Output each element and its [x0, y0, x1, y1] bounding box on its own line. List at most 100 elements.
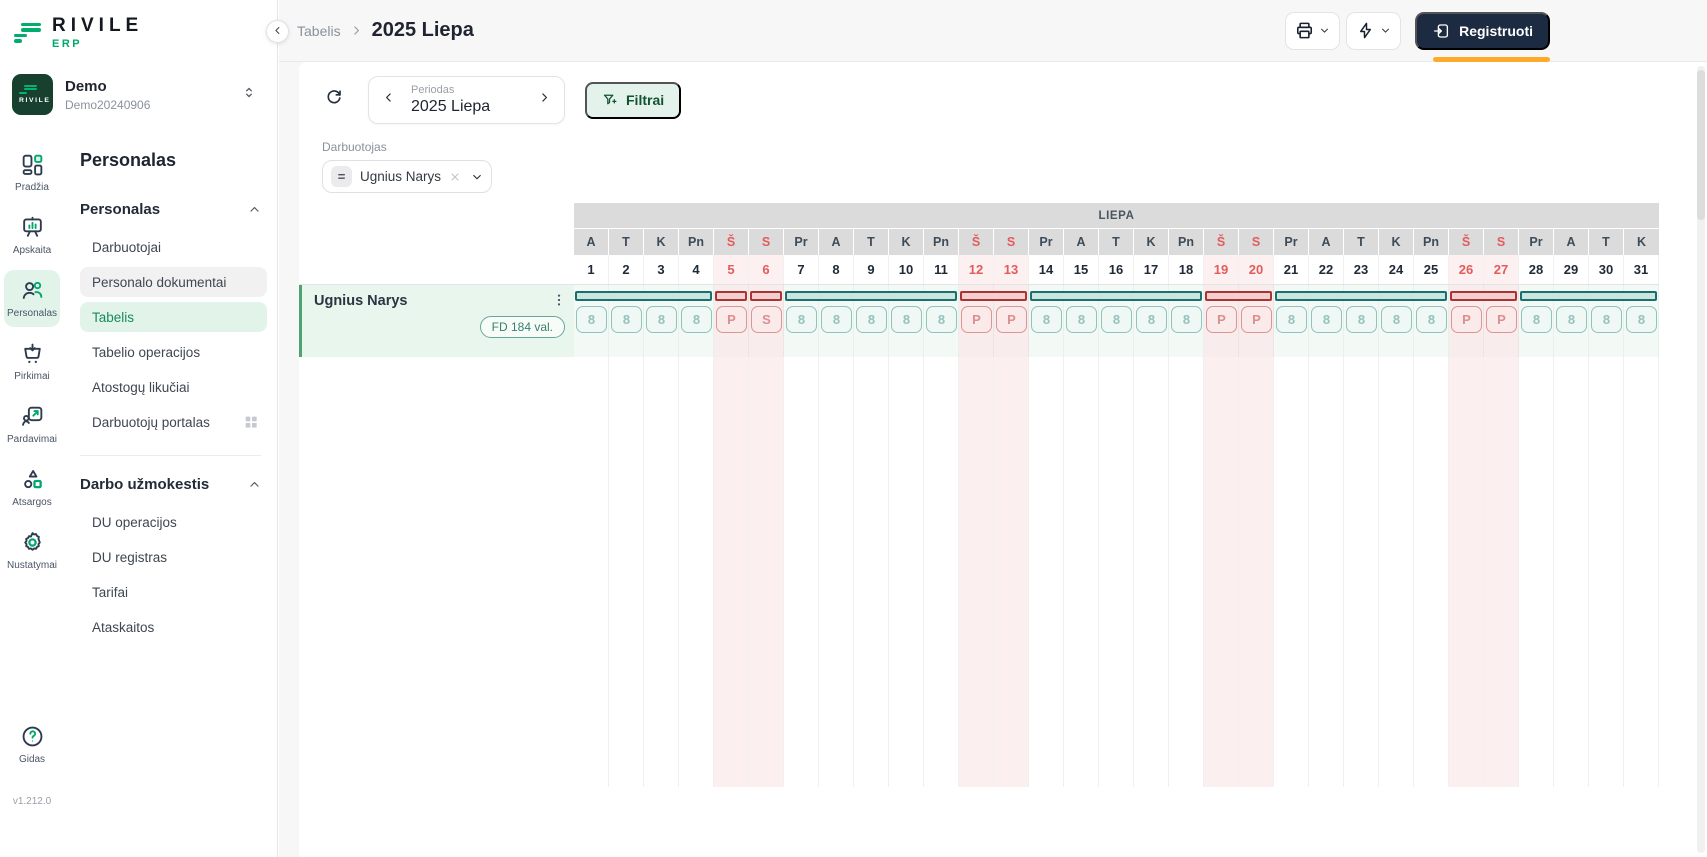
employee-filter-value: Ugnius Narys: [360, 169, 441, 184]
timesheet-day-cell[interactable]: S: [751, 306, 782, 333]
app-root: RIVILE ERP RIVILE Demo Demo20240906 Prad…: [0, 0, 1707, 857]
menu-item-label: Tabelio operacijos: [92, 345, 200, 360]
menu-section-header[interactable]: Darbo užmokestis: [80, 476, 261, 493]
filters-button[interactable]: Filtrai: [585, 82, 681, 119]
topbar-actions: Registruoti: [1285, 12, 1550, 50]
timesheet-day-cell[interactable]: 8: [1031, 306, 1062, 333]
employee-filter: Darbuotojas = Ugnius Narys: [322, 140, 1707, 193]
timesheet-day-cell[interactable]: 8: [1101, 306, 1132, 333]
day-number: 12: [959, 255, 994, 284]
timesheet-day-cell[interactable]: 8: [786, 306, 817, 333]
company-switcher[interactable]: RIVILE Demo Demo20240906: [12, 74, 265, 115]
menu-item-darbuotojai[interactable]: Darbuotojai: [80, 232, 267, 262]
menu-section-label: Darbo užmokestis: [80, 476, 209, 493]
clear-icon[interactable]: [449, 171, 461, 183]
timesheet-day-cell[interactable]: 8: [1521, 306, 1552, 333]
refresh-button[interactable]: [321, 87, 347, 113]
nav-rail-item-atsargos[interactable]: Atsargos: [4, 459, 60, 516]
nav-rail-label: Atsargos: [12, 497, 51, 508]
menu-item-tabelio-operacijos[interactable]: Tabelio operacijos: [80, 337, 267, 367]
timesheet-day-cell[interactable]: 8: [646, 306, 677, 333]
nav-rail-label: Pardavimai: [7, 434, 57, 445]
timesheet-day-cell[interactable]: P: [1206, 306, 1237, 333]
menu-item-du-registras[interactable]: DU registras: [80, 542, 267, 572]
day-number: 7: [784, 255, 819, 284]
timesheet-day-cell[interactable]: P: [1451, 306, 1482, 333]
timesheet-day-cell[interactable]: 8: [891, 306, 922, 333]
body-day-column: [924, 357, 959, 787]
timesheet-day-cell[interactable]: 8: [821, 306, 852, 333]
weekday-letter: T: [1344, 229, 1379, 255]
body-day-column: [609, 357, 644, 787]
timesheet-day-cell[interactable]: 8: [1171, 306, 1202, 333]
company-logo-text: RIVILE: [19, 97, 51, 104]
next-period-button[interactable]: [538, 91, 551, 109]
brand-logo[interactable]: RIVILE ERP: [0, 0, 277, 50]
unfold-icon[interactable]: [241, 84, 257, 105]
menu-item-tarifai[interactable]: Tarifai: [80, 577, 267, 607]
timesheet-day-cell[interactable]: 8: [1591, 306, 1622, 333]
filter-icon: [602, 92, 618, 108]
nav-rail-item-nustatymai[interactable]: Nustatymai: [4, 522, 60, 579]
body-day-column: [1099, 357, 1134, 787]
table-days-header: LIEPA ATKPnŠSPrATKPnŠSPrATKPnŠSPrATKPnŠS…: [574, 203, 1659, 285]
sidebar-collapse-button[interactable]: [266, 20, 289, 43]
chevron-right-icon: [538, 91, 551, 109]
breadcrumb[interactable]: Tabelis: [297, 23, 341, 39]
timesheet-day-cell[interactable]: 8: [576, 306, 607, 333]
menu-item-label: Ataskaitos: [92, 620, 154, 635]
day-number: 27: [1484, 255, 1519, 284]
scrollbar-thumb[interactable]: [1697, 70, 1705, 220]
timesheet-day-cell[interactable]: P: [996, 306, 1027, 333]
menu-item-ataskaitos[interactable]: Ataskaitos: [80, 612, 267, 642]
timesheet-day-cell[interactable]: 8: [1556, 306, 1587, 333]
timesheet-day-cell[interactable]: 8: [856, 306, 887, 333]
sales-person-icon: [20, 404, 45, 429]
body-day-column: [1379, 357, 1414, 787]
menu-item-darbuotojų-portalas[interactable]: Darbuotojų portalas: [80, 407, 267, 437]
body-day-column: [1064, 357, 1099, 787]
timesheet-day-cell[interactable]: 8: [1346, 306, 1377, 333]
nav-rail-item-pirkimai[interactable]: Pirkimai: [4, 333, 60, 390]
menu-item-atostogų-likučiai[interactable]: Atostogų likučiai: [80, 372, 267, 402]
timesheet-day-cell[interactable]: 8: [1136, 306, 1167, 333]
previous-period-button[interactable]: [382, 91, 395, 109]
timesheet-day-cell[interactable]: 8: [611, 306, 642, 333]
day-number: 5: [714, 255, 749, 284]
operator-chip: =: [331, 166, 352, 187]
print-button[interactable]: [1285, 12, 1340, 50]
timesheet-day-cell[interactable]: P: [716, 306, 747, 333]
nav-rail-item-gidas[interactable]: Gidas: [4, 718, 60, 770]
weekday-letter: K: [644, 229, 679, 255]
timesheet-day-cell[interactable]: 8: [1276, 306, 1307, 333]
kebab-menu-icon[interactable]: [551, 292, 567, 308]
timesheet-day-cell[interactable]: 8: [681, 306, 712, 333]
sidebar-body: Pradžia Apskaita Personalas Pirkimai Pardavi…: [0, 132, 277, 857]
timesheet-day-cell[interactable]: 8: [1416, 306, 1447, 333]
menu-item-personalo-dokumentai[interactable]: Personalo dokumentai: [80, 267, 267, 297]
period-selector[interactable]: Periodas 2025 Liepa: [368, 76, 565, 124]
chevron-down-icon[interactable]: [471, 171, 483, 183]
timesheet-day-cell[interactable]: 8: [1311, 306, 1342, 333]
timesheet-day-cell[interactable]: 8: [1626, 306, 1657, 333]
menu-item-du-operacijos[interactable]: DU operacijos: [80, 507, 267, 537]
employee-filter-pill[interactable]: = Ugnius Narys: [322, 160, 492, 193]
register-button[interactable]: Registruoti: [1415, 12, 1550, 50]
timesheet-day-cell[interactable]: 8: [1381, 306, 1412, 333]
timesheet-day-cell[interactable]: P: [1241, 306, 1272, 333]
nav-rail-item-pradžia[interactable]: Pradžia: [4, 144, 60, 201]
menu-section-header[interactable]: Personalas: [80, 201, 261, 218]
nav-rail-item-personalas[interactable]: Personalas: [4, 270, 60, 327]
nav-rail-item-apskaita[interactable]: Apskaita: [4, 207, 60, 264]
timesheet-day-cell[interactable]: 8: [926, 306, 957, 333]
body-day-column: [994, 357, 1029, 787]
timesheet-day-cell[interactable]: P: [961, 306, 992, 333]
menu-item-tabelis[interactable]: Tabelis: [80, 302, 267, 332]
weekday-letter: Pn: [1169, 229, 1204, 255]
timesheet-day-cell[interactable]: P: [1486, 306, 1517, 333]
actions-button[interactable]: [1346, 12, 1401, 50]
weekday-letter: S: [749, 229, 784, 255]
timesheet-day-cell[interactable]: 8: [1066, 306, 1097, 333]
chevron-up-icon: [248, 203, 261, 216]
nav-rail-item-pardavimai[interactable]: Pardavimai: [4, 396, 60, 453]
